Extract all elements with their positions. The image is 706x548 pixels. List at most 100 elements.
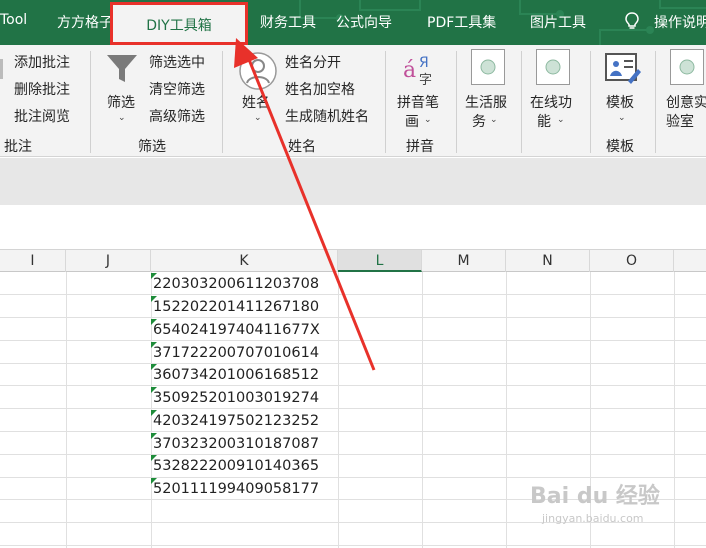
funnel-icon — [104, 51, 140, 91]
life-services-icon — [471, 49, 505, 85]
chevron-down-icon[interactable]: ⌄ — [490, 115, 498, 125]
watermark-logo: Bai du 经验 — [530, 484, 660, 509]
tab-pdf[interactable]: PDF工具集 — [427, 12, 496, 32]
filter-clear-button[interactable]: 清空筛选 — [149, 79, 205, 99]
tab-tool[interactable]: Tool — [0, 12, 27, 28]
grid-line — [0, 317, 706, 318]
grid-line — [66, 272, 67, 548]
group-label-filter: 筛选 — [138, 139, 166, 155]
tab-formula[interactable]: 公式向导 — [336, 12, 392, 32]
name-add-space-button[interactable]: 姓名加空格 — [285, 79, 355, 99]
online-functions-button-line2[interactable]: 能 — [537, 111, 551, 131]
cell-value: 152202201411267180 — [153, 299, 320, 315]
baidu-watermark: Bai du 经验 jingyan.baidu.com — [530, 478, 680, 528]
group-separator — [385, 51, 386, 153]
tab-diy-label: DIY工具箱 — [146, 18, 212, 34]
grid-line — [0, 545, 706, 546]
creative-lab-button[interactable]: 创意实 — [666, 92, 706, 112]
column-header-row: I J K L M N O — [0, 250, 706, 272]
tab-help[interactable]: 操作说明 — [654, 12, 706, 32]
cell-k[interactable]: 360734201006168512 — [151, 364, 337, 386]
comment-view-button[interactable]: 批注阅览 — [14, 106, 70, 126]
life-services-button-line2[interactable]: 务 — [472, 111, 486, 131]
cell-value: 532822200910140365 — [153, 458, 320, 474]
grid-line — [0, 431, 706, 432]
watermark-url: jingyan.baidu.com — [542, 512, 644, 525]
pinyin-stroke-button[interactable]: 拼音笔 — [397, 92, 439, 112]
text-number-indicator-icon — [151, 433, 157, 439]
svg-text:Я: Я — [419, 55, 429, 71]
online-functions-icon — [536, 49, 570, 85]
cell-k[interactable]: 220303200611203708 — [151, 273, 337, 295]
toolbar-band — [0, 158, 706, 205]
column-header-K[interactable]: K — [151, 250, 338, 272]
grid-line — [422, 272, 423, 548]
name-split-button[interactable]: 姓名分开 — [285, 52, 341, 72]
cell-k[interactable]: 65402419740411677X — [151, 319, 337, 341]
cell-k[interactable]: 152202201411267180 — [151, 296, 337, 318]
group-separator — [90, 51, 91, 153]
name-button[interactable]: 姓名 — [242, 92, 270, 112]
grid-line — [0, 385, 706, 386]
cell-k[interactable]: 371722200707010614 — [151, 342, 337, 364]
cell-k[interactable]: 370323200310187087 — [151, 433, 337, 455]
grid-line — [0, 363, 706, 364]
pinyin-stroke-button-line2[interactable]: 画 — [405, 111, 419, 131]
svg-text:字: 字 — [419, 73, 432, 87]
lightbulb-icon[interactable] — [624, 12, 640, 34]
tab-fangfang[interactable]: 方方格子 — [57, 12, 113, 32]
pinyin-icon: á Я 字 — [402, 51, 438, 91]
tab-finance[interactable]: 财务工具 — [260, 12, 316, 32]
group-separator — [655, 51, 656, 153]
chevron-down-icon[interactable]: ⌄ — [254, 113, 262, 123]
comment-add-button[interactable]: 添加批注 — [14, 52, 70, 72]
svg-text:á: á — [403, 58, 416, 83]
chevron-down-icon[interactable]: ⌄ — [557, 115, 565, 125]
cell-value: 65402419740411677X — [153, 322, 320, 338]
group-label-name: 姓名 — [288, 139, 316, 155]
text-number-indicator-icon — [151, 296, 157, 302]
text-number-indicator-icon — [151, 387, 157, 393]
formula-bar[interactable] — [0, 205, 706, 250]
chevron-down-icon[interactable]: ⌄ — [424, 115, 432, 125]
life-services-button[interactable]: 生活服 — [465, 92, 507, 112]
creative-lab-icon — [670, 49, 704, 85]
text-number-indicator-icon — [151, 410, 157, 416]
cell-value: 520111199409058177 — [153, 481, 320, 497]
grid-line — [506, 272, 507, 548]
column-header-I[interactable]: I — [0, 250, 66, 272]
creative-lab-button-line2[interactable]: 验室 — [666, 111, 694, 131]
chevron-down-icon[interactable]: ⌄ — [618, 113, 626, 123]
cell-value: 420324197502123252 — [153, 413, 320, 429]
column-header-N[interactable]: N — [506, 250, 590, 272]
comment-delete-button[interactable]: 删除批注 — [14, 79, 70, 99]
template-button[interactable]: 模板 — [606, 92, 634, 112]
column-header-L[interactable]: L — [338, 250, 422, 272]
text-number-indicator-icon — [151, 342, 157, 348]
filter-select-button[interactable]: 筛选选中 — [149, 52, 205, 72]
chevron-down-icon[interactable]: ⌄ — [118, 113, 126, 123]
name-random-button[interactable]: 生成随机姓名 — [285, 106, 369, 126]
cell-k[interactable]: 350925201003019274 — [151, 387, 337, 409]
filter-advanced-button[interactable]: 高级筛选 — [149, 106, 205, 126]
cell-value: 220303200611203708 — [153, 276, 320, 292]
group-separator — [521, 51, 522, 153]
online-functions-button[interactable]: 在线功 — [530, 92, 572, 112]
cell-k[interactable]: 532822200910140365 — [151, 455, 337, 477]
cell-k[interactable]: 520111199409058177 — [151, 478, 337, 500]
grid-line — [0, 294, 706, 295]
column-header-O[interactable]: O — [590, 250, 674, 272]
tab-diy-toolbox[interactable]: DIY工具箱 — [110, 2, 248, 45]
grid-line — [0, 454, 706, 455]
column-header-M[interactable]: M — [422, 250, 506, 272]
group-separator — [456, 51, 457, 153]
cell-value: 370323200310187087 — [153, 436, 320, 452]
text-number-indicator-icon — [151, 273, 157, 279]
grid-line — [338, 272, 339, 548]
group-separator — [590, 51, 591, 153]
ribbon-tab-bar: Tool 方方格子 财务工具 公式向导 PDF工具集 图片工具 操作说明 — [0, 0, 706, 45]
column-header-J[interactable]: J — [66, 250, 151, 272]
cell-k[interactable]: 420324197502123252 — [151, 410, 337, 432]
filter-button[interactable]: 筛选 — [107, 92, 135, 112]
tab-image[interactable]: 图片工具 — [530, 12, 586, 32]
